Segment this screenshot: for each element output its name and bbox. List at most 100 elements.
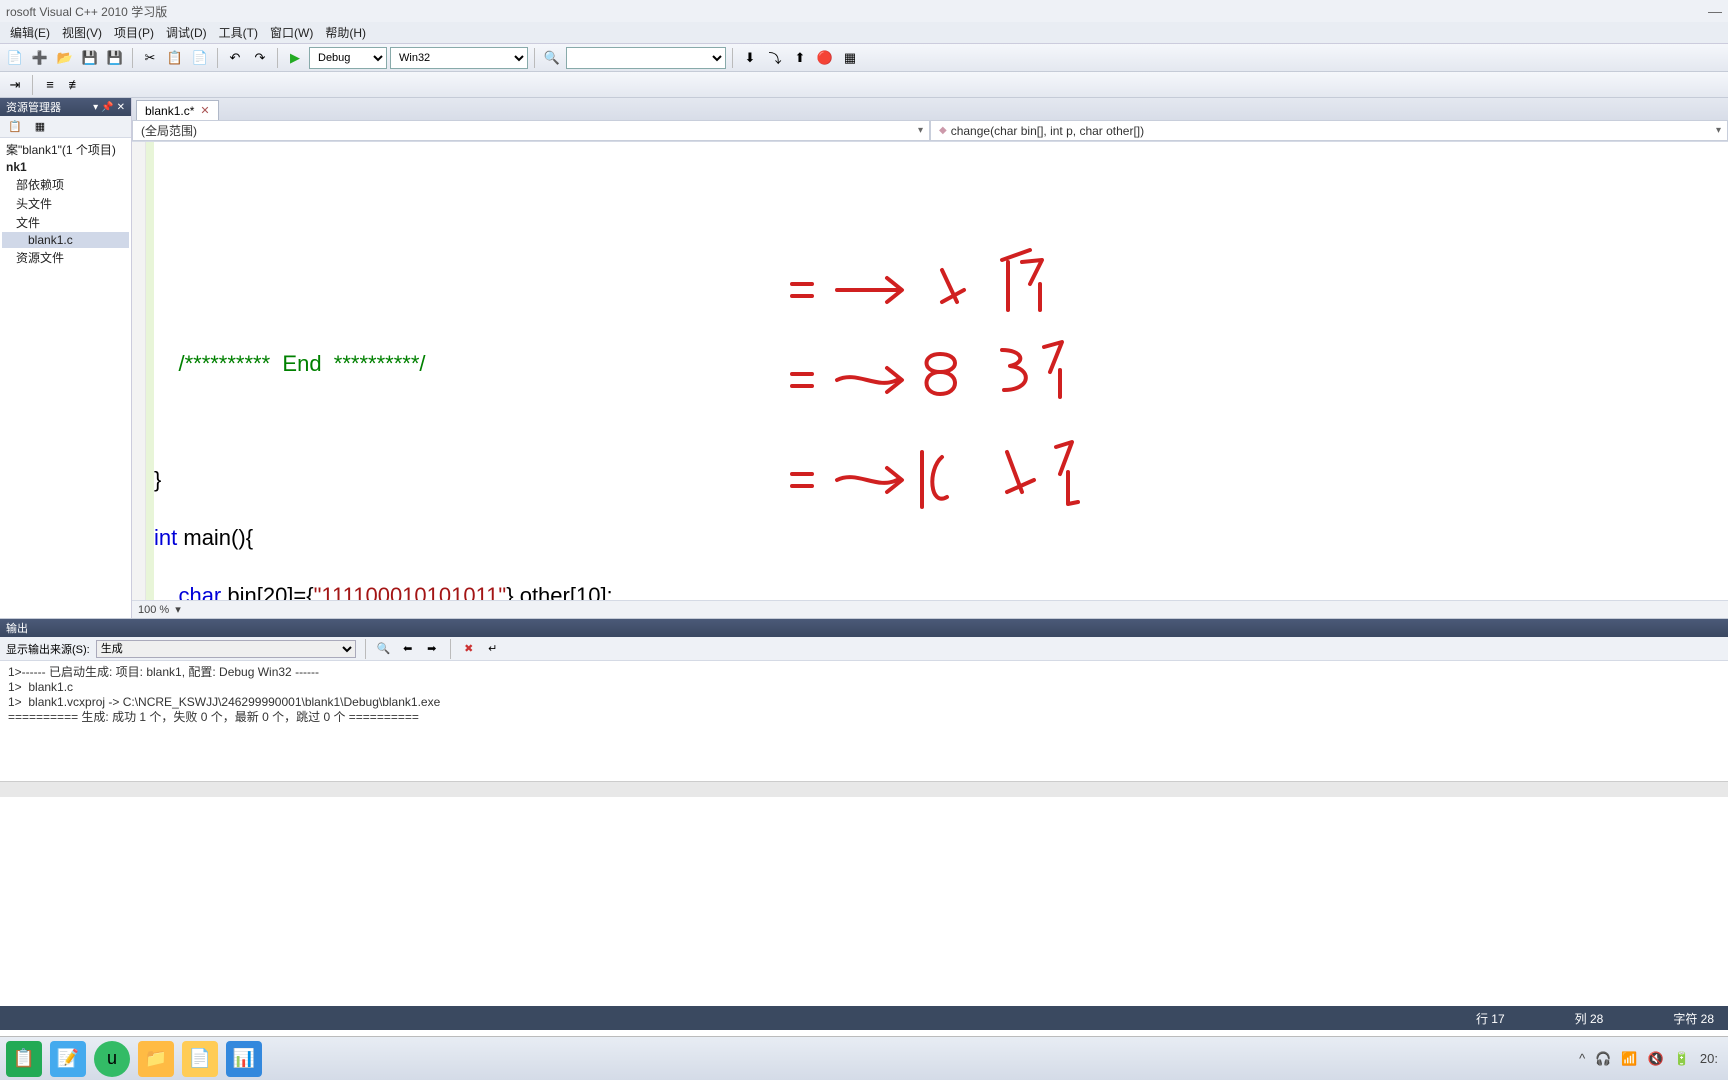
separator (132, 48, 133, 68)
separator (450, 639, 451, 659)
code-line (154, 291, 1728, 320)
resources-node[interactable]: 资源文件 (2, 248, 129, 267)
references-node[interactable]: 部依赖项 (2, 175, 129, 194)
new-project-icon[interactable]: 📄 (4, 47, 26, 69)
config-combo[interactable]: Debug (309, 47, 387, 69)
copy-icon[interactable]: 📋 (164, 47, 186, 69)
solution-toolbar: 📋 ▦ (0, 116, 131, 138)
save-icon[interactable]: 💾 (79, 47, 101, 69)
zoom-dropdown-icon[interactable]: ▾ (175, 603, 181, 616)
prev-icon[interactable]: ⬅ (399, 640, 417, 658)
redo-icon[interactable]: ↷ (249, 47, 271, 69)
output-toolbar: 显示输出来源(S): 生成 🔍 ⬅ ➡ ✖ ↵ (0, 637, 1728, 661)
find-combo[interactable] (566, 47, 726, 69)
tray-wifi-icon[interactable]: 📶 (1621, 1051, 1637, 1067)
tab-label: blank1.c* (145, 104, 194, 118)
tab-close-icon[interactable]: ✕ (200, 104, 209, 117)
paste-icon[interactable]: 📄 (189, 47, 211, 69)
system-tray: ^ 🎧 📶 🔇 🔋 20: (1579, 1051, 1718, 1067)
code-line (154, 233, 1728, 262)
step-over-icon[interactable]: ⤵ (764, 47, 786, 69)
menu-tools[interactable]: 工具(T) (213, 24, 264, 41)
menu-window[interactable]: 窗口(W) (264, 24, 319, 41)
code-line: /********** End **********/ (154, 349, 1728, 378)
code-editor[interactable]: /********** End **********/ } int main()… (132, 142, 1728, 600)
menu-bar: 编辑(E) 视图(V) 项目(P) 调试(D) 工具(T) 窗口(W) 帮助(H… (0, 22, 1728, 44)
platform-combo[interactable]: Win32 (390, 47, 528, 69)
tray-up-icon[interactable]: ^ (1579, 1051, 1585, 1066)
window-title: rosoft Visual C++ 2010 学习版 (6, 3, 167, 20)
save-all-icon[interactable]: 💾 (104, 47, 126, 69)
marker-strip (146, 142, 154, 600)
menu-debug[interactable]: 调试(D) (160, 24, 213, 41)
taskbar-app-6[interactable]: 📊 (226, 1041, 262, 1077)
close-icon[interactable]: ✕ (117, 102, 125, 113)
windows-icon[interactable]: ▦ (839, 47, 861, 69)
menu-project[interactable]: 项目(P) (108, 24, 160, 41)
code-line (154, 175, 1728, 204)
cut-icon[interactable]: ✂ (139, 47, 161, 69)
menu-view[interactable]: 视图(V) (56, 24, 108, 41)
project-node[interactable]: nk1 (2, 159, 129, 175)
properties-icon[interactable]: 📋 (4, 116, 26, 138)
output-source-label: 显示输出来源(S): (6, 641, 90, 657)
comment-icon[interactable]: ≡ (39, 74, 61, 96)
separator (534, 48, 535, 68)
taskbar-app-1[interactable]: 📋 (6, 1041, 42, 1077)
separator (32, 75, 33, 95)
status-bar: 行 17 列 28 字符 28 (0, 1006, 1728, 1030)
code-body[interactable]: /********** End **********/ } int main()… (154, 142, 1728, 600)
start-debug-icon[interactable]: ▶ (284, 47, 306, 69)
headers-node[interactable]: 头文件 (2, 194, 129, 213)
source-file[interactable]: blank1.c (2, 232, 129, 248)
tray-battery-icon[interactable]: 🔋 (1674, 1051, 1690, 1067)
status-char: 字符 28 (1673, 1010, 1714, 1027)
status-col: 列 28 (1575, 1010, 1604, 1027)
secondary-toolbar: ⇥ ≡ ≢ (0, 72, 1728, 98)
file-tab[interactable]: blank1.c* ✕ (136, 100, 219, 120)
tray-time[interactable]: 20: (1700, 1051, 1718, 1066)
output-source-combo[interactable]: 生成 (96, 640, 356, 658)
sources-node[interactable]: 文件 (2, 213, 129, 232)
status-line: 行 17 (1476, 1010, 1505, 1027)
solution-header: 资源管理器 ▾ 📌 ✕ (0, 98, 131, 116)
taskbar-app-2[interactable]: 📝 (50, 1041, 86, 1077)
separator (277, 48, 278, 68)
title-bar: rosoft Visual C++ 2010 学习版 — (0, 0, 1728, 22)
step-into-icon[interactable]: ⬇ (739, 47, 761, 69)
find-icon[interactable]: 🔍 (541, 47, 563, 69)
tab-strip: blank1.c* ✕ (132, 98, 1728, 120)
add-item-icon[interactable]: ➕ (29, 47, 51, 69)
wordwrap-icon[interactable]: ↵ (484, 640, 502, 658)
editor-area: blank1.c* ✕ (全局范围) change(char bin[], in… (132, 98, 1728, 618)
separator (732, 48, 733, 68)
menu-help[interactable]: 帮助(H) (319, 24, 372, 41)
indent-icon[interactable]: ⇥ (4, 74, 26, 96)
output-scrollbar[interactable] (0, 781, 1728, 797)
taskbar-app-5[interactable]: 📄 (182, 1041, 218, 1077)
uncomment-icon[interactable]: ≢ (64, 74, 86, 96)
show-all-icon[interactable]: ▦ (29, 116, 51, 138)
minimize-button[interactable]: — (1708, 3, 1722, 19)
find-message-icon[interactable]: 🔍 (375, 640, 393, 658)
outline-gutter (132, 142, 146, 600)
scope-right-combo[interactable]: change(char bin[], int p, char other[]) (930, 120, 1728, 141)
menu-edit[interactable]: 编辑(E) (4, 24, 56, 41)
zoom-value[interactable]: 100 % (138, 604, 169, 616)
open-icon[interactable]: 📂 (54, 47, 76, 69)
taskbar-app-4[interactable]: 📁 (138, 1041, 174, 1077)
undo-icon[interactable]: ↶ (224, 47, 246, 69)
output-panel: 输出 显示输出来源(S): 生成 🔍 ⬅ ➡ ✖ ↵ 1>------ 已启动生… (0, 618, 1728, 797)
output-text[interactable]: 1>------ 已启动生成: 项目: blank1, 配置: Debug Wi… (0, 661, 1728, 781)
next-icon[interactable]: ➡ (423, 640, 441, 658)
breakpoint-icon[interactable]: 🔴 (814, 47, 836, 69)
tray-volume-icon[interactable]: 🔇 (1648, 1051, 1664, 1067)
dropdown-icon[interactable]: ▾ (93, 102, 98, 113)
scope-left-combo[interactable]: (全局范围) (132, 120, 930, 141)
tray-headset-icon[interactable]: 🎧 (1595, 1051, 1611, 1067)
pin-icon[interactable]: 📌 (101, 102, 113, 113)
taskbar-app-3[interactable]: u (94, 1041, 130, 1077)
solution-root[interactable]: 案"blank1"(1 个项目) (2, 140, 129, 159)
step-out-icon[interactable]: ⬆ (789, 47, 811, 69)
clear-icon[interactable]: ✖ (460, 640, 478, 658)
